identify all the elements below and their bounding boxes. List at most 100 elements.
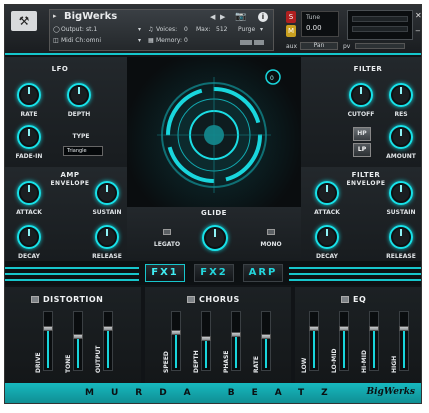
- pan-label: Pan: [313, 42, 325, 49]
- hi-mid-slider[interactable]: [369, 311, 379, 371]
- filter-hp-button[interactable]: HP: [353, 127, 371, 141]
- glide-knob[interactable]: [202, 225, 228, 251]
- plugin-window: ⚒ ▸ BigWerks ◀ ▶ 📷 i ◯ Output: st.1 ▾ ♫ …: [4, 4, 422, 404]
- lfo-title: LFO: [51, 65, 69, 73]
- rate-label: RATE: [253, 356, 260, 373]
- purge-label[interactable]: Purge: [238, 26, 255, 33]
- chorus-enable-checkbox[interactable]: [187, 296, 195, 303]
- tab-stripe-left-3: [5, 279, 139, 281]
- high-slider[interactable]: [399, 311, 409, 371]
- phase-slider[interactable]: [231, 311, 241, 371]
- wrench-icon[interactable]: ⚒: [11, 11, 37, 31]
- aux-label[interactable]: aux: [286, 43, 297, 50]
- solo-button[interactable]: S: [286, 11, 296, 23]
- voices-label: Voices:: [156, 26, 178, 33]
- output-value[interactable]: st.1: [86, 26, 97, 33]
- filter-env-attack-knob[interactable]: [315, 181, 339, 205]
- filter-env-decay-knob[interactable]: [315, 225, 339, 249]
- depth-label: DEPTH: [193, 350, 200, 373]
- next-arrow-icon[interactable]: ▶: [220, 13, 225, 21]
- meter-right-bar: [352, 26, 408, 32]
- eq-enable-checkbox[interactable]: [341, 296, 349, 303]
- tab-arp[interactable]: ARP: [243, 264, 283, 282]
- lfo-rate-knob[interactable]: [17, 83, 41, 107]
- lfo-depth-knob[interactable]: [67, 83, 91, 107]
- legato-label: LEGATO: [153, 241, 181, 248]
- collapse-arrow-icon[interactable]: ▸: [53, 12, 57, 20]
- lfo-type-label: TYPE: [72, 133, 90, 140]
- speed-slider[interactable]: [171, 311, 181, 371]
- output-label: OUTPUT: [95, 345, 102, 373]
- filter-cutoff-knob[interactable]: [349, 83, 373, 107]
- camera-icon[interactable]: 📷: [235, 12, 246, 22]
- filter-env-attack-label: ATTACK: [314, 209, 340, 216]
- tab-stripe-left-2: [5, 273, 139, 275]
- amp-release-label: RELEASE: [92, 253, 122, 260]
- tab-stripe-right: [289, 267, 421, 269]
- amp-attack-label: ATTACK: [16, 209, 42, 216]
- close-icon[interactable]: ✕: [415, 11, 421, 20]
- depth-slider[interactable]: [201, 311, 211, 371]
- lfo-fade-in-knob[interactable]: [17, 125, 41, 149]
- memory-label: Memory:: [156, 37, 182, 44]
- midi-icon: ◫: [53, 37, 59, 44]
- tone-label: TONE: [65, 354, 72, 373]
- meter-left-bar: [352, 16, 408, 22]
- legato-toggle[interactable]: [163, 229, 171, 235]
- mute-button[interactable]: M: [286, 25, 296, 37]
- tune-display[interactable]: Tune 0.00: [301, 11, 339, 37]
- memory-icon: ▦: [148, 37, 154, 44]
- output-slider[interactable]: [103, 311, 113, 371]
- memory-value: 0: [184, 37, 188, 44]
- center-visual-display: 0: [127, 57, 301, 207]
- pan-slider[interactable]: Pan: [300, 42, 338, 50]
- distortion-enable-checkbox[interactable]: [31, 296, 39, 303]
- amp-decay-knob[interactable]: [17, 225, 41, 249]
- scope-graphic: 0: [157, 69, 281, 193]
- amp-release-knob[interactable]: [95, 225, 119, 249]
- info-icon[interactable]: i: [258, 12, 268, 22]
- eq-panel: EQ LOW LO-MID HI-MID HIGH: [295, 287, 421, 383]
- amp-attack-knob[interactable]: [17, 181, 41, 205]
- filter-lp-button[interactable]: LP: [353, 143, 371, 157]
- low-slider[interactable]: [309, 311, 319, 371]
- amp-title: AMP: [60, 171, 80, 179]
- phase-label: PHASE: [223, 350, 230, 373]
- filter-env-sustain-knob[interactable]: [389, 181, 413, 205]
- volume-slider[interactable]: [355, 43, 405, 49]
- instrument-header: ⚒ ▸ BigWerks ◀ ▶ 📷 i ◯ Output: st.1 ▾ ♫ …: [5, 5, 421, 55]
- tab-fx2[interactable]: FX2: [194, 264, 234, 282]
- filter-env-release-label: RELEASE: [386, 253, 416, 260]
- rate-slider[interactable]: [261, 311, 271, 371]
- prev-arrow-icon[interactable]: ◀: [210, 13, 215, 21]
- filter-res-knob[interactable]: [389, 83, 413, 107]
- filter-amount-label: AMOUNT: [386, 153, 416, 160]
- purge-dropdown-icon[interactable]: ▾: [260, 26, 263, 33]
- drive-slider[interactable]: [43, 311, 53, 371]
- lfo-type-dropdown[interactable]: Triangle: [63, 146, 103, 156]
- distortion-title: DISTORTION: [43, 295, 104, 304]
- amp-sustain-knob[interactable]: [95, 181, 119, 205]
- minimize-icon[interactable]: −: [415, 27, 421, 35]
- amp-decay-label: DECAY: [18, 253, 40, 260]
- filter-env-sustain-label: SUSTAIN: [386, 209, 416, 216]
- distortion-panel: DISTORTION DRIVE TONE OUTPUT: [5, 287, 141, 383]
- max-value[interactable]: 512: [216, 26, 227, 33]
- midi-dropdown-icon[interactable]: ▾: [138, 37, 141, 44]
- mono-toggle[interactable]: [267, 229, 275, 235]
- filter-cutoff-label: CUTOFF: [347, 111, 375, 118]
- tab-stripe-right-3: [289, 279, 421, 281]
- filter-amount-knob[interactable]: [389, 125, 413, 149]
- speed-label: SPEED: [163, 351, 170, 373]
- pv-label[interactable]: pv: [343, 43, 350, 50]
- lfo-rate-label: RATE: [20, 111, 38, 118]
- filter-res-label: RES: [394, 111, 408, 118]
- tab-fx1[interactable]: FX1: [145, 264, 185, 282]
- instrument-name[interactable]: BigWerks: [64, 11, 117, 22]
- lo-mid-slider[interactable]: [339, 311, 349, 371]
- output-dropdown-icon[interactable]: ▾: [138, 26, 141, 33]
- filter-env-release-knob[interactable]: [389, 225, 413, 249]
- midi-value[interactable]: omni: [86, 37, 101, 44]
- tone-slider[interactable]: [73, 311, 83, 371]
- tab-stripe-right-2: [289, 273, 421, 275]
